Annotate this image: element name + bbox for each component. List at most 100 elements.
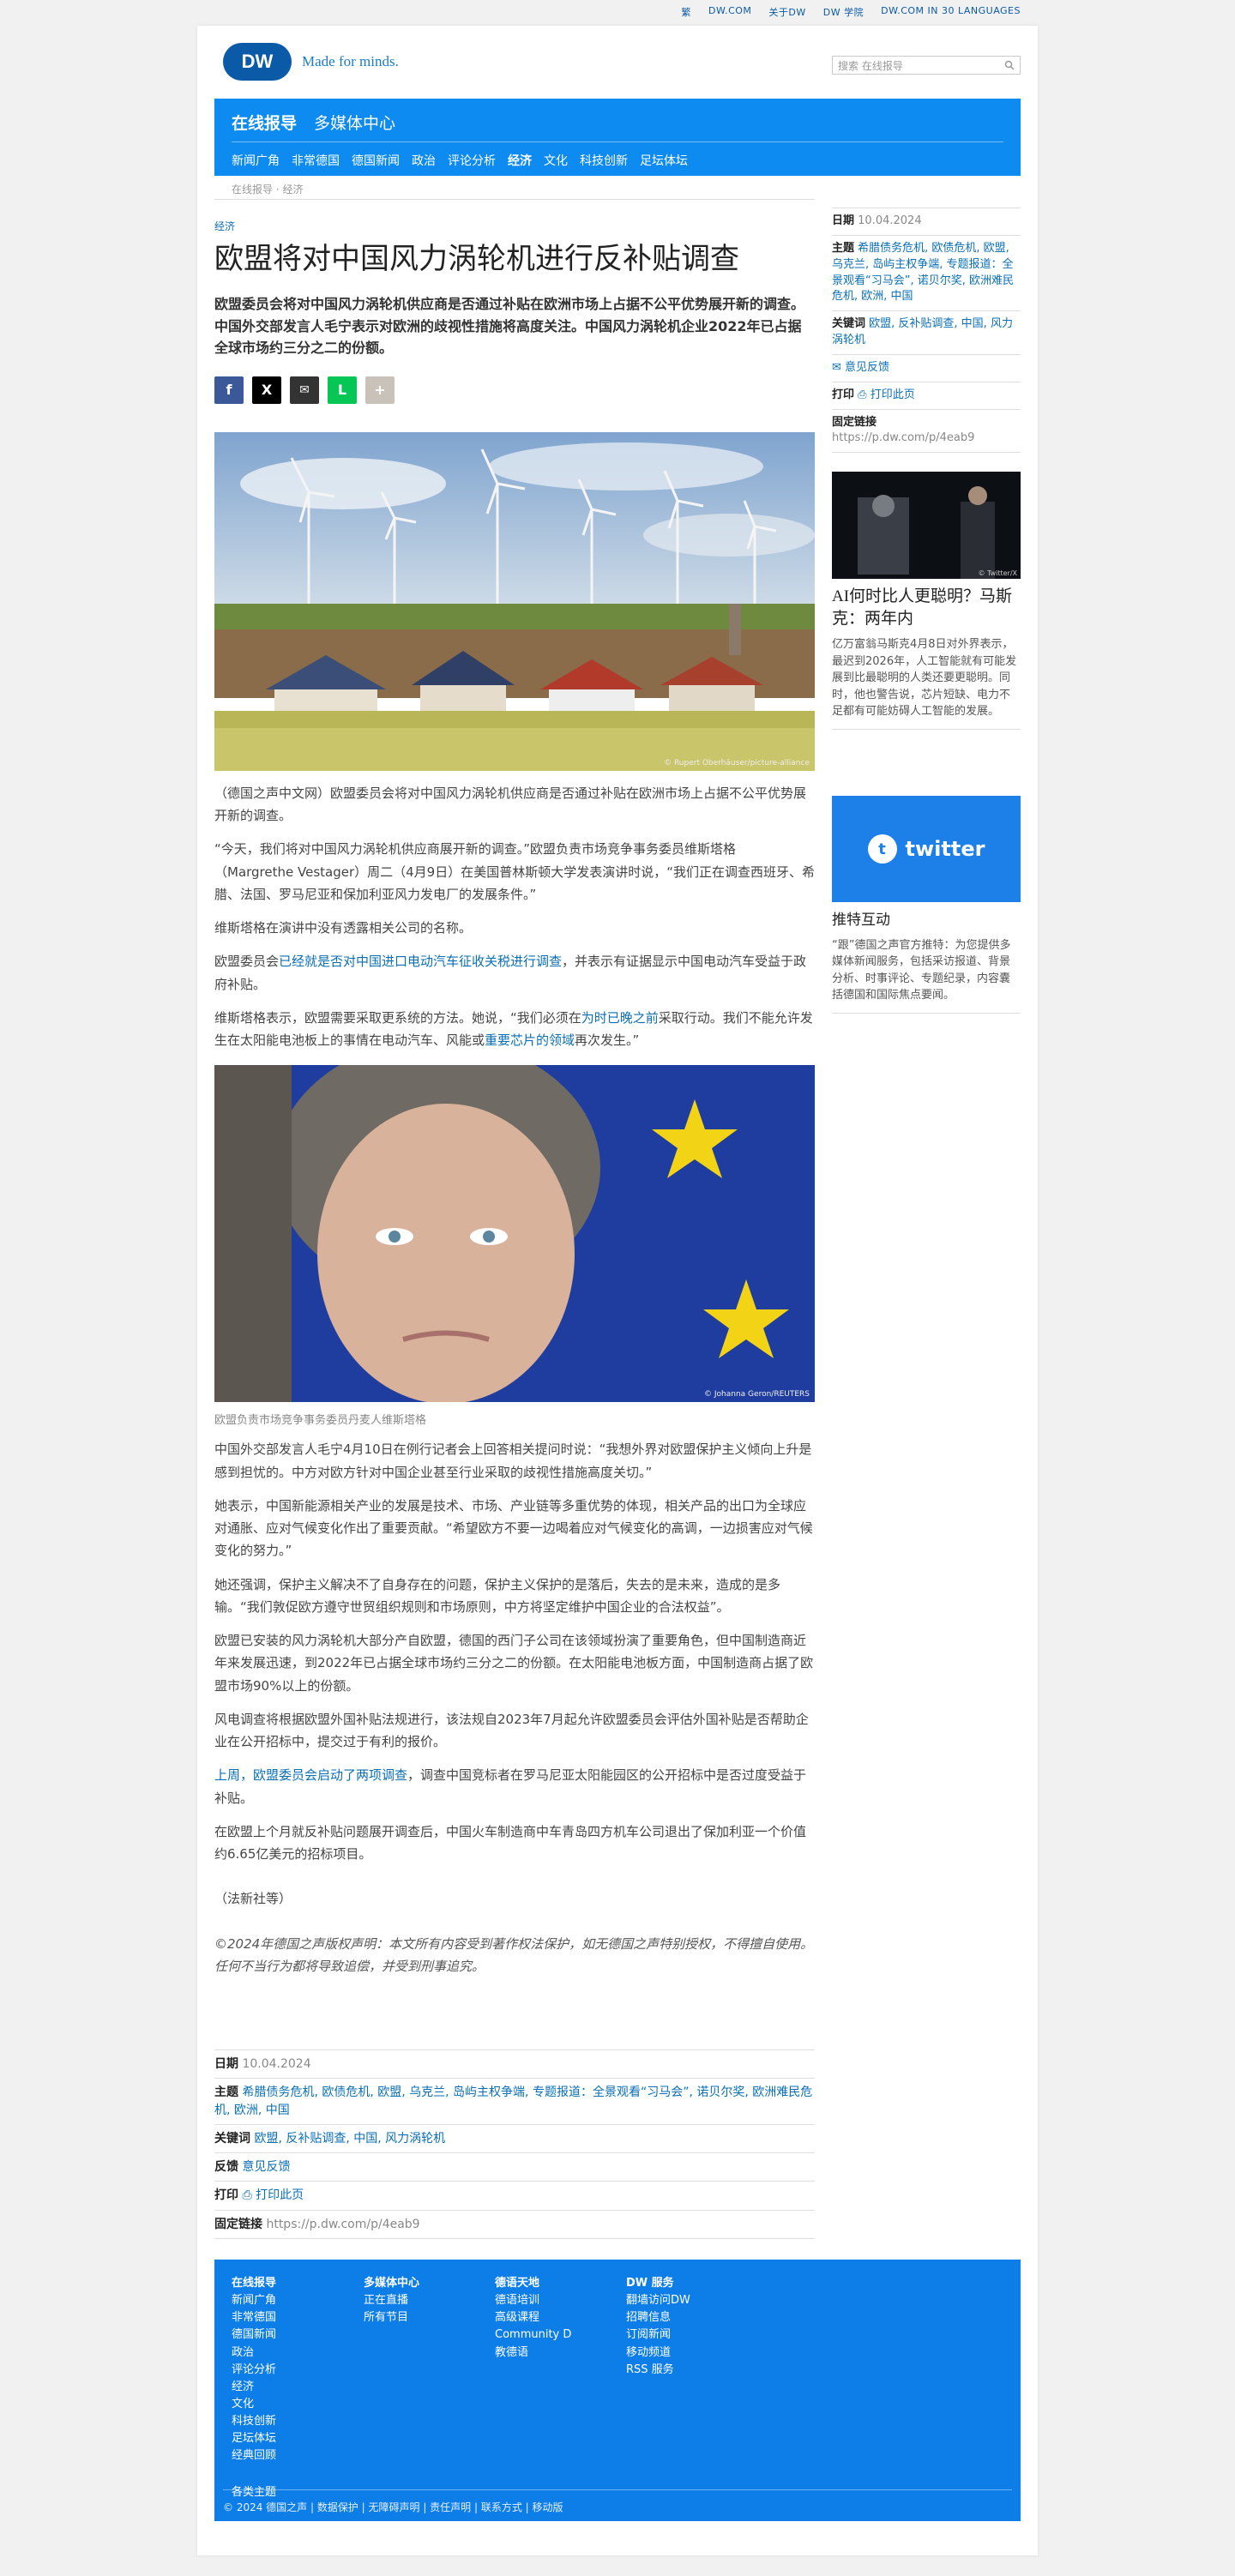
teaser-title[interactable]: AI何时比人更聪明？马斯克：两年内 bbox=[832, 586, 1021, 629]
footer-heading[interactable]: 多媒体中心 bbox=[364, 2275, 419, 2292]
topbar-link-about[interactable]: 关于DW bbox=[768, 5, 805, 19]
facebook-share-icon[interactable]: f bbox=[214, 376, 244, 404]
footer-divider bbox=[223, 2489, 1012, 2490]
related-link-investigations[interactable]: 上周，欧盟委员会启动了两项调查 bbox=[214, 1767, 407, 1783]
footer-topics-link[interactable]: 各类主题 bbox=[232, 2484, 276, 2501]
permalink-value[interactable]: https://p.dw.com/p/4eab9 bbox=[266, 2218, 419, 2231]
footer-link[interactable]: 德国新闻 bbox=[232, 2326, 276, 2344]
footer-link[interactable]: 订阅新闻 bbox=[626, 2326, 690, 2344]
meta-label: 关键词 bbox=[214, 2131, 250, 2146]
footer-heading[interactable]: 德语天地 bbox=[495, 2275, 571, 2292]
meta-keywords-links[interactable]: 欧盟, 反补贴调查, 中国, 风力涡轮机 bbox=[254, 2132, 445, 2146]
dw-logo[interactable]: DW Made for minds. bbox=[223, 43, 399, 81]
share-bar: f X ✉ L + bbox=[214, 376, 815, 404]
nav-divider bbox=[232, 141, 1003, 142]
footer-link[interactable]: 高级课程 bbox=[495, 2309, 571, 2326]
paragraph-text: 欧盟委员会 bbox=[214, 954, 280, 970]
top-utility-bar: 繁 DW.COM 关于DW DW 学院 DW.COM IN 30 LANGUAG… bbox=[0, 0, 1235, 26]
footer-link[interactable]: 移动频道 bbox=[626, 2344, 690, 2362]
nav-item-politics[interactable]: 政治 bbox=[412, 152, 436, 169]
copyright-notice: ©2024年德国之声版权声明：本文所有内容受到著作权法保护，如无德国之声特别授权… bbox=[214, 1935, 814, 1974]
footer-link[interactable]: 所有节目 bbox=[364, 2309, 419, 2326]
footer-link[interactable]: 非常德国 bbox=[232, 2309, 276, 2326]
breadcrumb[interactable]: 在线报导 · 经济 bbox=[232, 182, 303, 196]
x-share-icon[interactable]: X bbox=[252, 376, 281, 404]
nav-item-german-news[interactable]: 德国新闻 bbox=[352, 152, 400, 169]
search-icon[interactable] bbox=[1004, 60, 1015, 70]
sidebar-feedback-link[interactable]: 意见反馈 bbox=[845, 361, 889, 374]
sidebar-topics-links[interactable]: 希腊债务危机, 欧债危机, 欧盟, 乌克兰, 岛屿主权争端, 专题报道：全景观看… bbox=[832, 242, 1014, 304]
nav-item-sports[interactable]: 足坛体坛 bbox=[640, 152, 688, 169]
topbar-link-languages[interactable]: DW.COM IN 30 LANGUAGES bbox=[881, 5, 1021, 19]
footer-link[interactable]: 经典回顾 bbox=[232, 2447, 276, 2465]
sidebar-permalink: 固定链接 https://p.dw.com/p/4eab9 bbox=[832, 408, 1021, 454]
breadcrumb-divider bbox=[214, 199, 815, 200]
article-paragraph: 维斯塔格在演讲中没有透露相关公司的名称。 bbox=[214, 920, 473, 936]
search-input[interactable]: 搜索 在线报导 bbox=[832, 56, 1021, 75]
article-paragraph: 欧盟委员会已经就是否对中国进口电动汽车征收关税进行调查，并表示有证据显示中国电动… bbox=[214, 950, 815, 996]
related-link-too-late[interactable]: 为时已晚之前 bbox=[581, 1010, 659, 1026]
footer-link[interactable]: 经济 bbox=[232, 2379, 276, 2396]
related-link-ev-tariffs[interactable]: 已经就是否对中国进口电动汽车征收关税进行调查 bbox=[279, 954, 562, 969]
meta-date-value: 10.04.2024 bbox=[242, 2057, 311, 2071]
teaser-image[interactable]: © Twitter/X bbox=[832, 472, 1021, 579]
meta-label: 固定链接 bbox=[832, 415, 877, 429]
footer-link[interactable]: 正在直播 bbox=[364, 2292, 419, 2309]
sidebar-topics: 主题 希腊债务危机, 欧债危机, 欧盟, 乌克兰, 岛屿主权争端, 专题报道：全… bbox=[832, 234, 1021, 310]
more-share-icon[interactable]: + bbox=[365, 376, 395, 404]
article-paragraph: 她还强调，保护主义解决不了自身存在的问题，保护主义保护的是落后，失去的是未来，造… bbox=[214, 1576, 781, 1615]
print-icon: ⎙ bbox=[858, 388, 867, 401]
footer-col-media: 多媒体中心 正在直播 所有节目 bbox=[364, 2275, 419, 2326]
topbar-link-traditional[interactable]: 繁 bbox=[682, 5, 692, 19]
footer-heading[interactable]: 在线报导 bbox=[232, 2275, 276, 2292]
footer-link[interactable]: 足坛体坛 bbox=[232, 2430, 276, 2447]
topbar-link-academy[interactable]: DW 学院 bbox=[823, 5, 864, 19]
print-link[interactable]: 打印此页 bbox=[256, 2188, 304, 2202]
promo-title[interactable]: 推特互动 bbox=[832, 911, 1021, 930]
meta-topics-links[interactable]: 希腊债务危机, 欧债危机, 欧盟, 乌克兰, 岛屿主权争端, 专题报道：全景观看… bbox=[214, 2085, 812, 2116]
meta-label: 打印 bbox=[832, 388, 855, 401]
meta-print: 打印 ⎙ 打印此页 bbox=[214, 2181, 815, 2209]
footer-link[interactable]: Community D bbox=[495, 2326, 571, 2344]
footer-link[interactable]: 德语培训 bbox=[495, 2292, 571, 2309]
logo-tagline: Made for minds. bbox=[302, 53, 399, 69]
related-link-chips[interactable]: 重要芯片的领域 bbox=[485, 1032, 575, 1048]
article-paragraph: 中国外交部发言人毛宁4月10日在例行记者会上回答相关提问时说：“我想外界对欧盟保… bbox=[214, 1441, 812, 1480]
footer-col-services: DW 服务 翻墙访问DW 招聘信息 订阅新闻 移动频道 RSS 服务 bbox=[626, 2275, 690, 2379]
footer-link[interactable]: RSS 服务 bbox=[626, 2362, 690, 2379]
article-kicker[interactable]: 经济 bbox=[214, 219, 815, 233]
sidebar-permalink-value[interactable]: https://p.dw.com/p/4eab9 bbox=[832, 431, 974, 444]
footer-link[interactable]: 翻墙访问DW bbox=[626, 2292, 690, 2309]
footer-link[interactable]: 新闻广角 bbox=[232, 2292, 276, 2309]
sidebar-print: 打印 ⎙ 打印此页 bbox=[832, 381, 1021, 409]
footer-link[interactable]: 评论分析 bbox=[232, 2362, 276, 2379]
nav-tab-online[interactable]: 在线报导 bbox=[232, 111, 297, 134]
nav-item-culture[interactable]: 文化 bbox=[544, 152, 568, 169]
nav-tab-media[interactable]: 多媒体中心 bbox=[314, 111, 395, 134]
nav-item-germany[interactable]: 非常德国 bbox=[292, 152, 340, 169]
meta-feedback: 反馈 意见反馈 bbox=[214, 2152, 815, 2181]
nav-item-commentary[interactable]: 评论分析 bbox=[448, 152, 496, 169]
twitter-promo: 推特互动 “跟”德国之声官方推特：为您提供多媒体新闻服务，包括采访报道、背景分析… bbox=[832, 911, 1021, 1014]
topbar-link-dwcom[interactable]: DW.COM bbox=[708, 5, 751, 19]
footer-link[interactable]: 教德语 bbox=[495, 2344, 571, 2362]
email-share-icon[interactable]: ✉ bbox=[290, 376, 319, 404]
footer-link[interactable]: 文化 bbox=[232, 2396, 276, 2413]
meta-label: 固定链接 bbox=[214, 2217, 262, 2231]
footer-link[interactable]: 科技创新 bbox=[232, 2413, 276, 2430]
article-source: （法新社等） bbox=[214, 1891, 292, 1907]
footer-heading[interactable]: DW 服务 bbox=[626, 2275, 690, 2292]
sidebar: 日期 10.04.2024 主题 希腊债务危机, 欧债危机, 欧盟, 乌克兰, … bbox=[832, 208, 1021, 454]
nav-item-science[interactable]: 科技创新 bbox=[580, 152, 628, 169]
footer-legal-links[interactable]: © 2024 德国之声 | 数据保护 | 无障碍声明 | 责任声明 | 联系方式… bbox=[223, 2500, 563, 2514]
twitter-banner[interactable]: t twitter bbox=[832, 796, 1021, 902]
nav-item-news[interactable]: 新闻广角 bbox=[232, 152, 280, 169]
footer-link[interactable]: 招聘信息 bbox=[626, 2309, 690, 2326]
line-share-icon[interactable]: L bbox=[328, 376, 357, 404]
feedback-link[interactable]: 意见反馈 bbox=[242, 2160, 290, 2174]
site-footer: 在线报导 新闻广角 非常德国 德国新闻 政治 评论分析 经济 文化 科技创新 足… bbox=[214, 2260, 1021, 2521]
sidebar-keywords: 关键词 欧盟, 反补贴调查, 中国, 风力涡轮机 bbox=[832, 310, 1021, 354]
sidebar-print-link[interactable]: 打印此页 bbox=[871, 388, 915, 401]
nav-item-economy[interactable]: 经济 bbox=[508, 152, 532, 169]
footer-link[interactable]: 政治 bbox=[232, 2344, 276, 2362]
